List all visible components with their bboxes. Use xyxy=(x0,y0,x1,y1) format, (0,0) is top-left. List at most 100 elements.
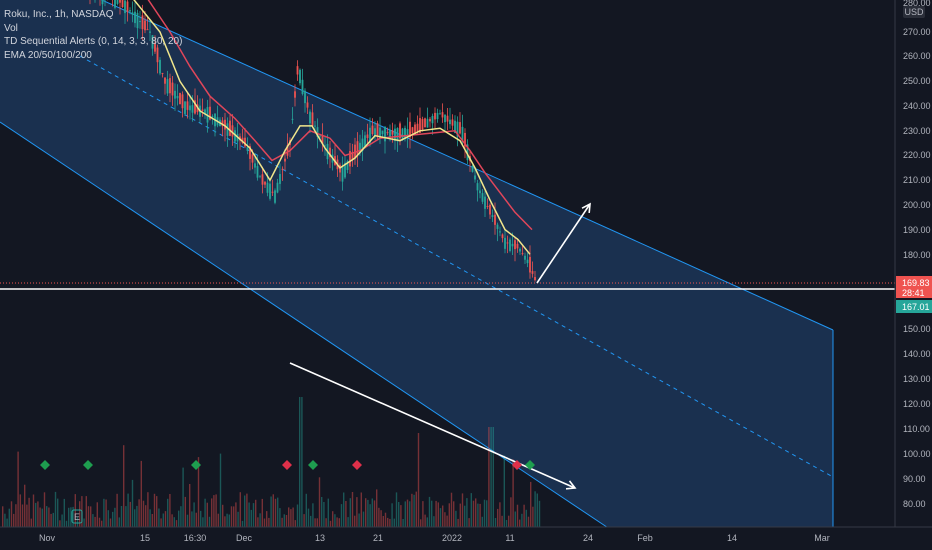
price-axis-tick: 110.00 xyxy=(903,424,930,434)
other-price-value: 167.01 xyxy=(902,302,930,312)
candle-body xyxy=(341,166,344,182)
volume-bar xyxy=(138,499,140,527)
candle-body xyxy=(459,122,461,134)
candle-body xyxy=(246,147,249,151)
price-axis-tick: 180.00 xyxy=(903,250,931,260)
price-chart[interactable]: E 270.00 260.00 250.00 240.00 230.00 220.00 210… xyxy=(0,0,932,550)
volume-bar xyxy=(129,501,131,527)
candle-body xyxy=(181,94,184,109)
candle-body xyxy=(179,93,181,105)
legend-td-sequential[interactable]: TD Sequential Alerts (0, 14, 3, 3, 80, 2… xyxy=(4,35,182,49)
volume-bar xyxy=(131,479,134,527)
candle-body xyxy=(504,237,506,249)
candle-body xyxy=(384,126,386,142)
candle-body xyxy=(374,128,376,136)
volume-bar xyxy=(270,496,272,527)
candle-body xyxy=(381,130,384,135)
candle-body xyxy=(426,118,429,128)
volume-bar xyxy=(424,514,426,527)
volume-bar xyxy=(59,520,61,527)
volume-bar xyxy=(41,508,43,527)
volume-bar xyxy=(136,505,138,527)
candle-body xyxy=(401,128,404,139)
volume-bar xyxy=(365,498,367,527)
legend-ema[interactable]: EMA 20/50/100/200 xyxy=(4,49,182,63)
volume-bar xyxy=(15,504,17,527)
candle-body xyxy=(441,112,444,118)
legend-symbol[interactable]: Roku, Inc., 1h, NASDAQ xyxy=(4,8,182,22)
volume-bar xyxy=(158,508,160,527)
volume-bar xyxy=(501,515,503,527)
volume-bar xyxy=(426,517,428,527)
volume-bar xyxy=(244,495,246,527)
volume-bar xyxy=(481,516,483,527)
candle-body xyxy=(529,256,531,273)
price-axis-tick: 190.00 xyxy=(903,225,931,235)
volume-bar xyxy=(406,499,409,527)
volume-bar xyxy=(114,507,116,527)
volume-bar xyxy=(222,504,224,527)
volume-bar xyxy=(184,496,186,527)
volume-bar xyxy=(98,517,101,527)
time-axis-tick: Mar xyxy=(814,533,830,543)
volume-bar xyxy=(334,514,336,527)
volume-bar xyxy=(123,445,125,527)
volume-bar xyxy=(19,494,21,527)
candle-body xyxy=(451,119,454,126)
price-axis-tick: 100.00 xyxy=(903,449,931,459)
candle-body xyxy=(424,118,426,128)
volume-bar xyxy=(516,504,519,527)
volume-bar xyxy=(230,506,233,527)
legend-volume[interactable]: Vol xyxy=(4,22,182,36)
volume-bar xyxy=(189,484,191,527)
volume-bar xyxy=(162,513,164,527)
volume-bar xyxy=(345,501,347,527)
volume-bar xyxy=(215,494,217,527)
candle-body xyxy=(506,242,509,244)
volume-bar xyxy=(494,518,497,527)
volume-bar xyxy=(448,503,450,527)
volume-bar xyxy=(402,519,404,527)
volume-bar xyxy=(305,493,307,527)
volume-bar xyxy=(538,500,541,527)
volume-bar xyxy=(310,515,312,527)
volume-bar xyxy=(464,505,466,527)
candle-body xyxy=(276,182,279,193)
price-axis-tick: 120.00 xyxy=(903,399,931,409)
volume-bar xyxy=(307,508,310,527)
volume-bar xyxy=(83,518,85,527)
price-axis-tick: 140.00 xyxy=(903,349,931,359)
volume-bar xyxy=(475,498,477,527)
candle-body xyxy=(534,277,536,281)
volume-bar xyxy=(149,509,151,527)
volume-bar xyxy=(468,518,470,527)
volume-bar xyxy=(336,517,338,527)
volume-bar xyxy=(409,501,411,527)
volume-bar xyxy=(508,515,510,527)
volume-bar xyxy=(521,513,523,527)
volume-bar xyxy=(257,517,259,527)
time-axis-tick: 24 xyxy=(583,533,593,543)
candle-body xyxy=(294,91,296,98)
volume-bar xyxy=(10,501,13,527)
time-axis-tick: Nov xyxy=(39,533,56,543)
volume-bar xyxy=(145,505,147,527)
volume-bar xyxy=(285,515,288,527)
candle-body xyxy=(284,158,286,162)
volume-bar xyxy=(332,511,334,527)
candle-body xyxy=(254,163,256,168)
volume-bar xyxy=(21,504,24,527)
volume-bar xyxy=(446,515,448,527)
candle-body xyxy=(161,72,164,74)
candle-body xyxy=(189,105,191,111)
volume-bar xyxy=(376,489,378,527)
price-axis-tick: 150.00 xyxy=(903,324,931,334)
volume-bar xyxy=(356,497,358,527)
volume-bar xyxy=(116,493,118,527)
volume-bar xyxy=(422,501,424,527)
volume-bar xyxy=(52,512,54,527)
volume-bar xyxy=(268,517,270,527)
time-axis-tick: Feb xyxy=(637,533,653,543)
volume-bar xyxy=(340,504,343,527)
volume-bar xyxy=(294,520,296,527)
